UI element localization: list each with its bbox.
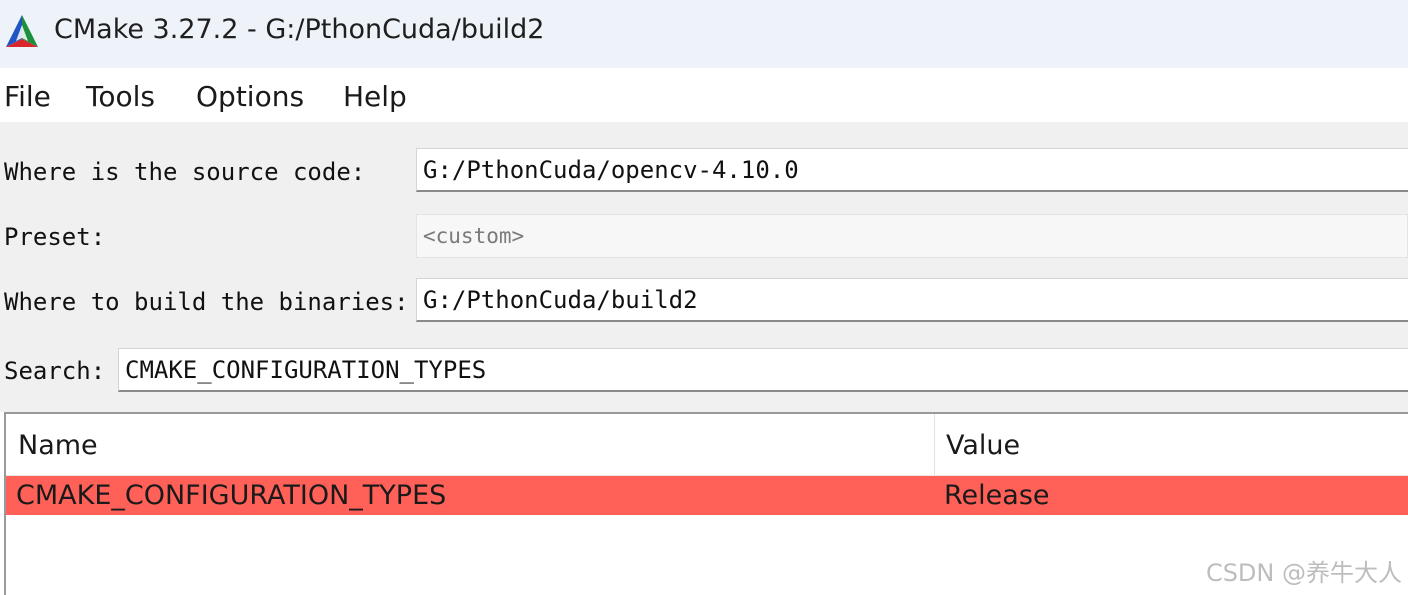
title-bar: CMake 3.27.2 - G:/PthonCuda/build2 [0, 0, 1408, 68]
csdn-watermark: CSDN @养牛大人 [1205, 559, 1402, 587]
row-value-cell[interactable]: Release [944, 480, 1050, 511]
menu-options[interactable]: Options [196, 80, 304, 113]
window-title: CMake 3.27.2 - G:/PthonCuda/build2 [54, 14, 545, 45]
column-divider[interactable] [934, 414, 935, 475]
column-header-name[interactable]: Name [18, 430, 98, 461]
menu-help[interactable]: Help [343, 80, 407, 113]
source-code-label: Where is the source code: [4, 158, 366, 186]
preset-field: <custom> [416, 214, 1408, 258]
source-code-field[interactable]: G:/PthonCuda/opencv-4.10.0 [416, 148, 1408, 192]
table-row[interactable]: CMAKE_CONFIGURATION_TYPES Release [6, 476, 1408, 515]
menu-tools[interactable]: Tools [86, 80, 155, 113]
row-name-cell[interactable]: CMAKE_CONFIGURATION_TYPES [16, 480, 446, 511]
cache-variables-table: Name Value CMAKE_CONFIGURATION_TYPES Rel… [4, 412, 1408, 595]
menu-bar: File Tools Options Help [0, 68, 1408, 122]
search-input[interactable]: CMAKE_CONFIGURATION_TYPES [118, 348, 1408, 392]
table-header: Name Value [6, 414, 1408, 476]
path-form: Where is the source code: G:/PthonCuda/o… [0, 122, 1408, 412]
search-label: Search: [4, 357, 106, 385]
menu-file[interactable]: File [4, 80, 51, 113]
build-binaries-label: Where to build the binaries: [4, 288, 409, 316]
column-header-value[interactable]: Value [946, 430, 1020, 461]
build-binaries-field[interactable]: G:/PthonCuda/build2 [416, 278, 1408, 322]
cmake-logo-icon [6, 15, 38, 47]
preset-label: Preset: [4, 223, 106, 251]
